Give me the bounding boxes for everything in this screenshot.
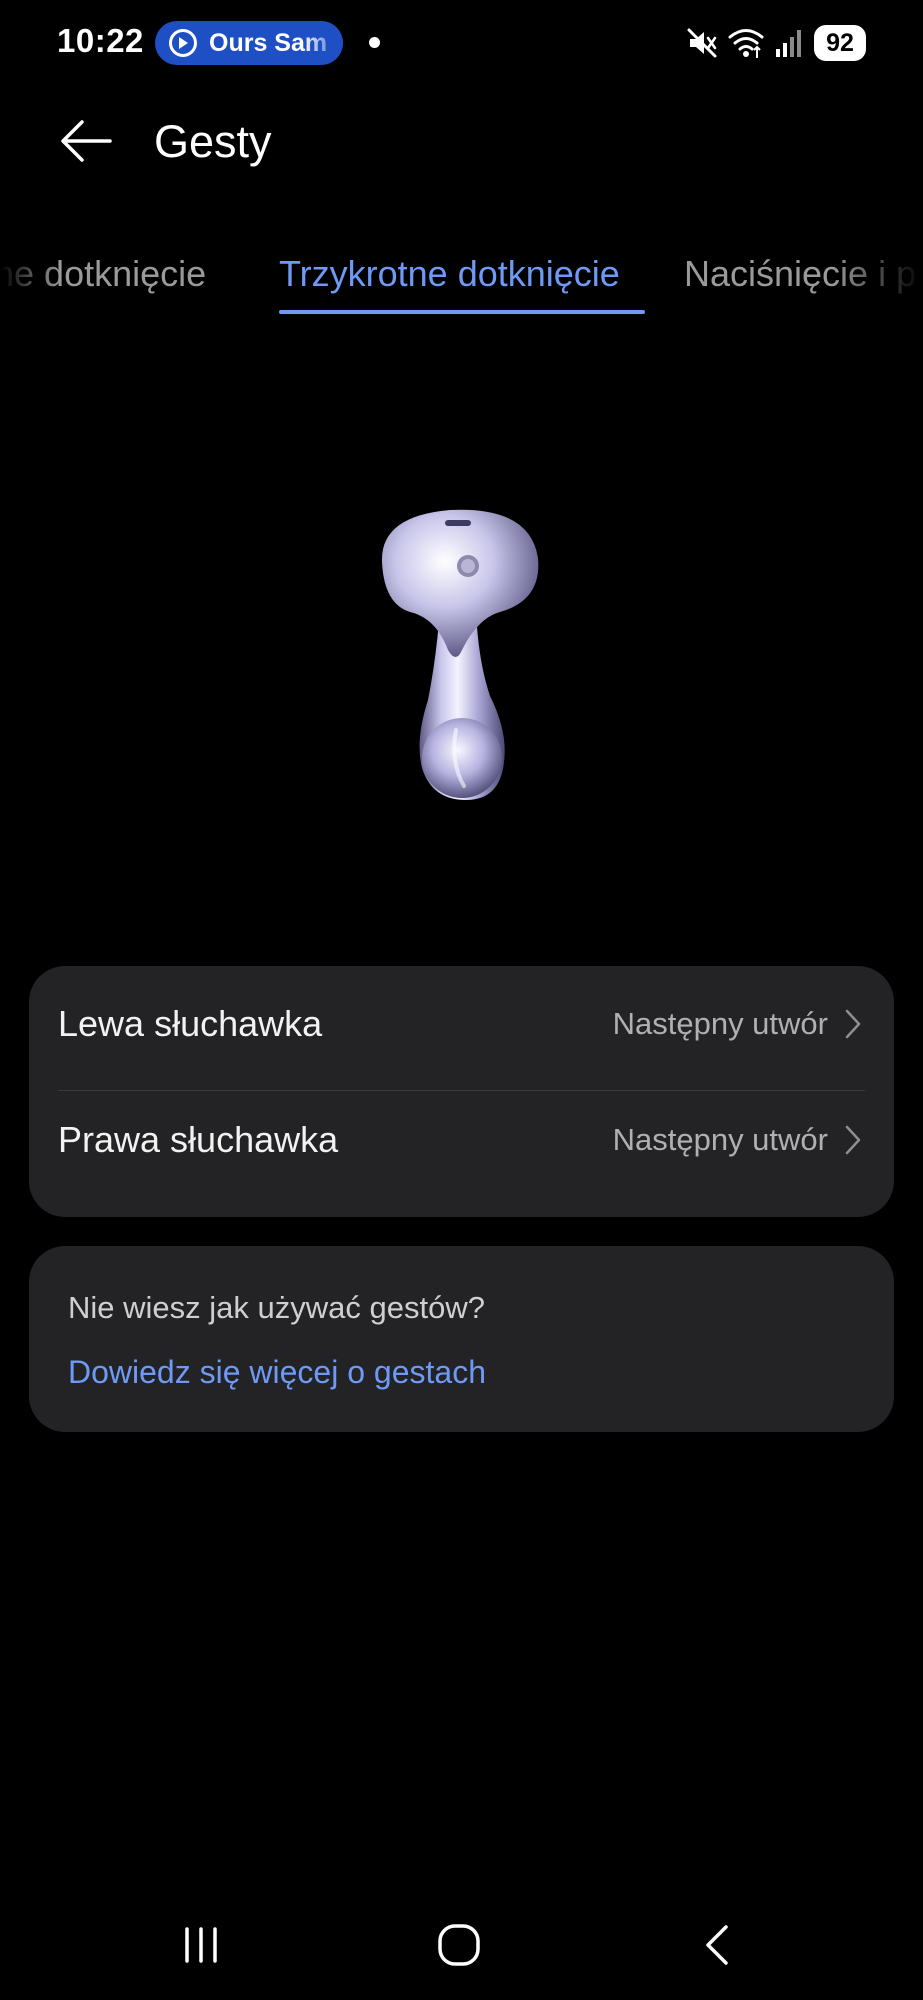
battery-icon: 92 [814,25,866,61]
chevron-right-icon [845,1125,861,1155]
earbud-illustration [381,509,539,800]
screen: 10:22 Ours Sam 92 Gesty ne dotknięcie Tr… [0,0,923,2000]
status-icons: 92 [686,22,866,64]
help-question: Nie wiesz jak używać gestów? [68,1290,485,1325]
notification-dot [369,37,380,48]
left-earbud-row[interactable]: Lewa słuchawka Następny utwór [29,966,894,1082]
right-earbud-label: Prawa słuchawka [58,1119,339,1160]
recents-button[interactable] [161,1914,241,1976]
back-button[interactable] [50,110,122,172]
gesture-help-card: Nie wiesz jak używać gestów? Dowiedz się… [29,1246,894,1432]
chevron-right-icon [845,1009,861,1039]
pill-fade [303,21,343,65]
home-button[interactable] [419,1914,499,1976]
notification-pill[interactable]: Ours Sam [155,21,343,65]
system-nav-bar [0,1890,923,2000]
page-title: Gesty [154,116,272,167]
tabs-fade-left [0,245,60,321]
right-earbud-row[interactable]: Prawa słuchawka Następny utwór [29,1082,894,1198]
status-bar: 10:22 Ours Sam 92 [0,0,923,86]
tab-active-indicator [279,310,645,314]
wifi-icon [728,29,764,58]
app-header: Gesty [0,96,923,186]
left-earbud-value: Następny utwór [612,1006,828,1041]
learn-more-link[interactable]: Dowiedz się więcej o gestach [68,1354,486,1391]
gesture-tabs: ne dotknięcie Trzykrotne dotknięcie Naci… [0,245,923,321]
back-icon [706,1925,728,1965]
home-icon [438,1924,480,1966]
signal-icon [776,30,801,57]
status-time: 10:22 [57,22,144,59]
recents-icon [185,1927,217,1963]
right-earbud-value: Następny utwór [612,1122,828,1157]
tab-triple-tap[interactable]: Trzykrotne dotknięcie [279,253,620,295]
media-play-icon [169,29,197,57]
earbud-settings-card: Lewa słuchawka Następny utwór Prawa słuc… [29,966,894,1217]
tabs-fade-right [833,245,923,321]
mute-icon [687,28,717,58]
left-earbud-label: Lewa słuchawka [58,1003,323,1044]
arrow-left-icon [61,120,112,162]
nav-back-button[interactable] [677,1914,757,1976]
